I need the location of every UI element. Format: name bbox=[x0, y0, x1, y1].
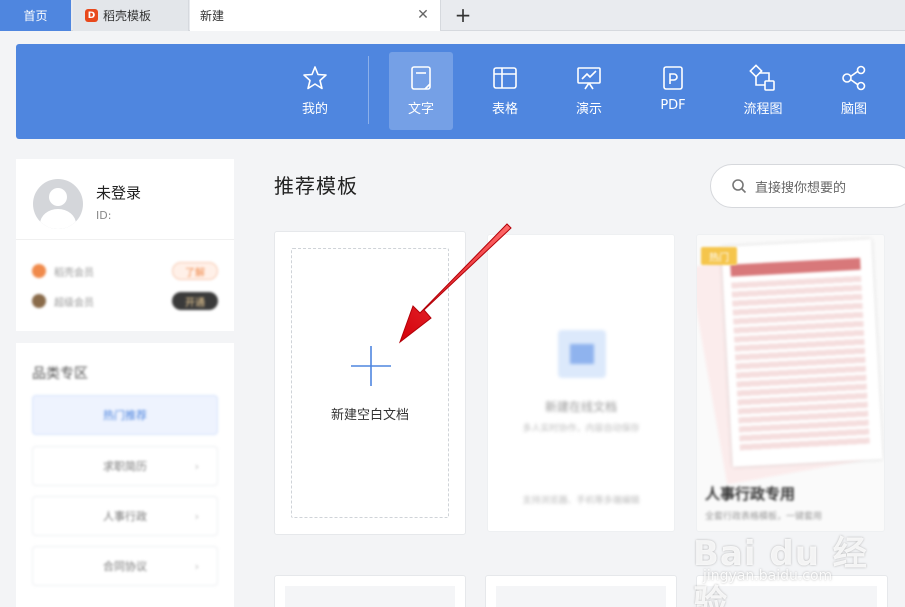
category-zone: 品类专区 热门推荐 求职简历 › 人事行政 › 合同协议 › bbox=[16, 343, 234, 607]
tab-docer-label: 稻壳模板 bbox=[103, 9, 152, 23]
nav-mindmap-label: 脑图 bbox=[840, 102, 867, 117]
user-divider bbox=[16, 239, 234, 240]
docer-member-icon bbox=[32, 264, 46, 278]
docer-logo-icon: D bbox=[85, 9, 98, 22]
nav-mindmap[interactable]: 脑图 bbox=[822, 52, 886, 130]
search-placeholder: 直接搜你想要的 bbox=[755, 180, 847, 196]
tab-bar: 首页 D 稻壳模板 新建 ✕ + bbox=[0, 0, 905, 31]
template-card-online-doc[interactable]: 新建在线文档 多人实时协作，内容自动保存 支持浏览器、手机等多端编辑 bbox=[487, 234, 675, 532]
new-blank-document-label: 新建空白文档 bbox=[330, 408, 409, 423]
super-member-icon bbox=[32, 294, 46, 308]
member-row-super: 超级会员 bbox=[32, 291, 94, 311]
template-thumbnail bbox=[707, 586, 877, 607]
chevron-right-icon: › bbox=[194, 459, 199, 473]
chevron-right-icon: › bbox=[194, 559, 199, 573]
zone-item[interactable]: 热门推荐 bbox=[32, 395, 218, 435]
template-subtitle: 多人实时协作，内容自动保存 bbox=[522, 424, 640, 434]
member-row-docer: 稻壳会员 bbox=[32, 261, 94, 281]
zone-item-label: 求职简历 bbox=[103, 460, 147, 473]
zone-item[interactable]: 合同协议 › bbox=[32, 546, 218, 586]
hot-badge: 热门 bbox=[701, 247, 737, 265]
tab-home[interactable]: 首页 bbox=[0, 0, 71, 31]
user-name[interactable]: 未登录 bbox=[96, 182, 141, 203]
close-icon[interactable]: ✕ bbox=[416, 8, 430, 22]
nav-flowchart-label: 流程图 bbox=[743, 102, 783, 117]
pdf-icon bbox=[663, 66, 683, 90]
member-learn-button[interactable]: 了解 bbox=[172, 262, 218, 280]
member-row-label: 稻壳会员 bbox=[54, 267, 94, 279]
thumbnail-rows bbox=[731, 275, 870, 453]
thumbnail-header-bar bbox=[730, 257, 861, 277]
nav-flowchart[interactable]: 流程图 bbox=[731, 52, 795, 130]
chevron-right-icon: › bbox=[194, 509, 199, 523]
nav-divider bbox=[368, 56, 369, 124]
nav-sheet[interactable]: 表格 bbox=[473, 52, 537, 130]
new-blank-document-card[interactable]: 新建空白文档 bbox=[274, 231, 466, 535]
plus-icon bbox=[351, 346, 391, 386]
user-panel: 未登录 ID: 稻壳会员 了解 超级会员 开通 bbox=[16, 159, 234, 331]
star-icon bbox=[303, 66, 327, 90]
template-card[interactable] bbox=[274, 575, 466, 607]
nav-text-label: 文字 bbox=[407, 102, 434, 117]
zone-item-label: 热门推荐 bbox=[103, 409, 147, 422]
template-card-hr-sheet[interactable]: 热门 人事行政专用 全套行政表格模板，一键套用 bbox=[696, 234, 885, 532]
tab-home-label: 首页 bbox=[23, 9, 48, 23]
tab-docer-templates[interactable]: D 稻壳模板 bbox=[73, 0, 189, 31]
nav-text[interactable]: 文字 bbox=[389, 52, 453, 130]
mindmap-icon bbox=[842, 65, 866, 91]
spreadsheet-icon bbox=[493, 67, 517, 89]
add-tab-button[interactable]: + bbox=[452, 4, 474, 26]
app-type-nav: 我的 文字 表格 演示 PDF 流程图 脑图 bbox=[16, 44, 905, 139]
nav-sheet-label: 表格 bbox=[491, 102, 518, 117]
avatar-head-shape bbox=[49, 188, 67, 206]
template-thumbnail bbox=[496, 586, 666, 607]
tab-new-label: 新建 bbox=[200, 9, 225, 23]
zone-item[interactable]: 人事行政 › bbox=[32, 496, 218, 536]
template-card[interactable] bbox=[485, 575, 677, 607]
document-icon bbox=[558, 330, 606, 378]
search-input[interactable]: 直接搜你想要的 bbox=[710, 164, 905, 208]
page-title: 推荐模板 bbox=[274, 174, 358, 198]
nav-mine[interactable]: 我的 bbox=[283, 52, 347, 130]
tab-new[interactable]: 新建 ✕ bbox=[190, 0, 441, 31]
template-title: 人事行政专用 bbox=[705, 485, 796, 503]
presentation-icon bbox=[577, 67, 601, 90]
zone-item-label: 合同协议 bbox=[103, 560, 147, 573]
zone-item[interactable]: 求职简历 › bbox=[32, 446, 218, 486]
nav-presentation[interactable]: 演示 bbox=[557, 52, 621, 130]
member-open-button[interactable]: 开通 bbox=[172, 292, 218, 310]
template-subtitle: 全套行政表格模板，一键套用 bbox=[705, 512, 823, 522]
nav-presentation-label: 演示 bbox=[575, 102, 602, 117]
zone-title: 品类专区 bbox=[32, 366, 88, 382]
template-footer: 支持浏览器、手机等多端编辑 bbox=[522, 496, 640, 506]
user-id: ID: bbox=[96, 209, 112, 222]
avatar[interactable] bbox=[33, 179, 83, 229]
nav-pdf-label: PDF bbox=[660, 98, 686, 113]
document-icon bbox=[411, 66, 431, 90]
template-title: 新建在线文档 bbox=[544, 400, 617, 414]
zone-item-label: 人事行政 bbox=[103, 510, 147, 523]
flowchart-icon bbox=[749, 64, 775, 91]
nav-pdf[interactable]: PDF bbox=[641, 52, 705, 130]
avatar-body-shape bbox=[40, 209, 76, 229]
nav-mine-label: 我的 bbox=[301, 102, 328, 117]
member-row-label: 超级会员 bbox=[54, 297, 94, 309]
thumbnail-front-sheet bbox=[721, 239, 883, 467]
search-icon bbox=[732, 179, 747, 194]
template-thumbnail bbox=[697, 239, 884, 485]
template-card[interactable] bbox=[696, 575, 888, 607]
template-thumbnail bbox=[285, 586, 455, 607]
